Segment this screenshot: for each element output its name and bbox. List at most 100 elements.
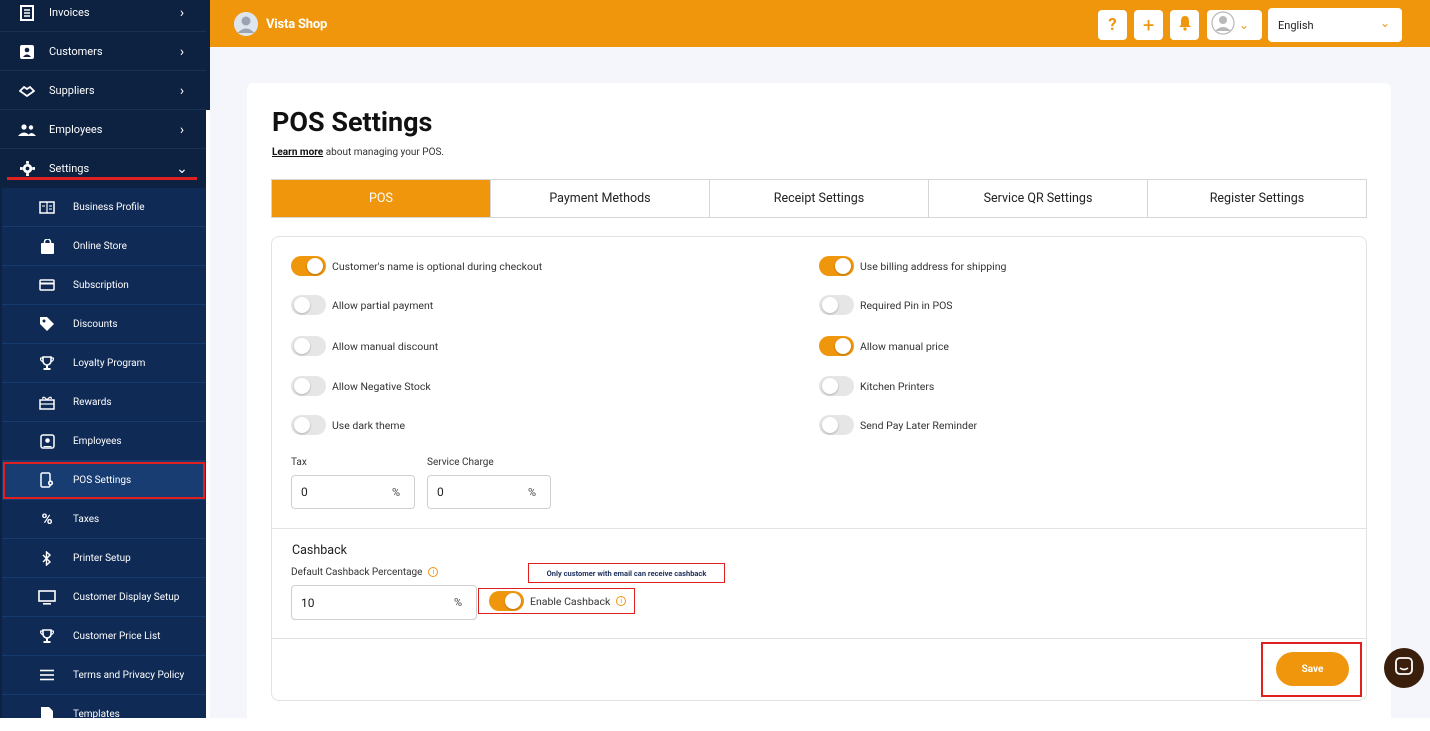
percent-icon: % [41, 510, 53, 528]
sidebar-item-templates[interactable]: Templates [2, 695, 206, 718]
chat-launcher-button[interactable] [1384, 648, 1424, 688]
save-button[interactable]: Save [1276, 652, 1349, 686]
divider [272, 638, 1366, 639]
gear-icon [17, 160, 37, 178]
tag-icon [38, 315, 56, 333]
sidebar-item-label: Discounts [73, 318, 118, 330]
sidebar-item-settings[interactable]: Settings ⌄ [0, 149, 206, 188]
sidebar-item-label: Terms and Privacy Policy [73, 669, 185, 681]
toggle-allow-negative-stock[interactable]: Allow Negative Stock [291, 376, 431, 396]
sidebar-item-employees[interactable]: Employees › [0, 110, 206, 149]
people-icon [17, 121, 37, 139]
invoice-icon [17, 4, 37, 22]
profile-menu-button[interactable]: ⌄ [1207, 10, 1262, 40]
settings-submenu: Business Profile Online Store Subscripti… [2, 188, 206, 718]
service-charge-input[interactable]: 0 % [427, 475, 551, 509]
sidebar-item-subscription[interactable]: Subscription [2, 266, 206, 305]
sidebar-item-customer-price-list[interactable]: Customer Price List [2, 617, 206, 656]
toggle-switch[interactable] [819, 256, 854, 276]
sidebar-item-business-profile[interactable]: Business Profile [2, 188, 206, 227]
bottom-strip [0, 718, 1430, 731]
sidebar-item-terms-privacy[interactable]: Terms and Privacy Policy [2, 656, 206, 695]
toggle-pay-later-reminder[interactable]: Send Pay Later Reminder [819, 415, 977, 435]
tab-receipt-settings[interactable]: Receipt Settings [709, 180, 928, 217]
percent-suffix: % [453, 596, 462, 609]
add-button[interactable]: + [1134, 10, 1163, 40]
default-cashback-input[interactable]: 10 % [291, 585, 477, 620]
service-charge-value: 0 [437, 485, 444, 499]
toggle-label: Required Pin in POS [860, 298, 953, 312]
bell-icon [1178, 15, 1192, 35]
toggle-label: Allow manual discount [332, 339, 439, 353]
info-icon[interactable]: i [428, 567, 439, 578]
toggle-required-pin[interactable]: Required Pin in POS [819, 295, 953, 315]
chevron-right-icon: › [179, 43, 185, 60]
subtitle-text: about managing your POS. [325, 147, 445, 158]
sidebar-item-online-store[interactable]: Online Store [2, 227, 206, 266]
chevron-down-icon: ⌄ [1379, 16, 1390, 30]
monitor-icon [38, 588, 56, 606]
chat-icon [1395, 657, 1413, 679]
toggle-billing-address-shipping[interactable]: Use billing address for shipping [819, 256, 1006, 276]
sidebar-item-printer-setup[interactable]: Printer Setup [2, 539, 206, 578]
toggle-allow-partial-payment[interactable]: Allow partial payment [291, 295, 433, 315]
toggle-label: Allow partial payment [332, 298, 434, 312]
toggle-switch[interactable] [489, 591, 524, 611]
toggle-switch[interactable] [291, 256, 326, 276]
tab-service-qr-settings[interactable]: Service QR Settings [928, 180, 1147, 217]
language-select[interactable]: English ⌄ [1268, 8, 1402, 42]
toggle-switch[interactable] [291, 415, 326, 435]
credit-card-icon [38, 276, 56, 294]
sidebar-item-label: Rewards [73, 396, 112, 408]
notifications-button[interactable] [1170, 10, 1199, 40]
top-header: Vista Shop ? + ⌄ English ⌄ [210, 0, 1430, 47]
learn-more-link[interactable]: Learn more [272, 147, 323, 158]
toggle-label: Send Pay Later Reminder [860, 418, 978, 432]
toggle-switch[interactable] [291, 336, 326, 356]
sidebar-item-pos-settings[interactable]: POS Settings [2, 461, 206, 500]
info-icon[interactable]: i [616, 596, 627, 606]
building-icon [38, 198, 56, 216]
sidebar-item-taxes[interactable]: % Taxes [2, 500, 206, 539]
sidebar-item-loyalty-program[interactable]: Loyalty Program [2, 344, 206, 383]
plus-icon: + [1142, 13, 1155, 37]
default-cashback-label: Default Cashback Percentage i [291, 567, 439, 578]
sidebar-item-suppliers[interactable]: Suppliers › [0, 71, 206, 110]
shopping-bag-icon [38, 237, 56, 255]
list-lines-icon [38, 666, 56, 684]
sidebar-item-label: POS Settings [73, 474, 132, 486]
sidebar-item-customer-display-setup[interactable]: Customer Display Setup [2, 578, 206, 617]
cashback-title: Cashback [292, 543, 347, 558]
sidebar-item-label: Subscription [73, 279, 129, 291]
help-button[interactable]: ? [1098, 10, 1127, 40]
toggle-customer-name-optional[interactable]: Customer's name is optional during check… [291, 256, 542, 276]
toggle-switch[interactable] [819, 336, 854, 356]
sidebar-item-discounts[interactable]: Discounts [2, 305, 206, 344]
sidebar-item-rewards[interactable]: Rewards [2, 383, 206, 422]
settings-annotation-underline [7, 177, 197, 180]
toggle-switch[interactable] [819, 295, 854, 315]
tab-payment-methods[interactable]: Payment Methods [490, 180, 709, 217]
toggle-allow-manual-price[interactable]: Allow manual price [819, 336, 949, 356]
sidebar-item-customers[interactable]: Customers › [0, 32, 206, 71]
sidebar-item-label: Customer Price List [73, 630, 161, 642]
toggle-switch[interactable] [291, 295, 326, 315]
toggle-switch[interactable] [819, 415, 854, 435]
toggle-switch[interactable] [291, 376, 326, 396]
trophy-icon [38, 354, 56, 372]
sidebar-item-label: Loyalty Program [73, 357, 146, 369]
toggle-switch[interactable] [819, 376, 854, 396]
sidebar-item-label: Templates [73, 708, 120, 719]
sidebar-item-settings-employees[interactable]: Employees [2, 422, 206, 461]
brand[interactable]: Vista Shop [234, 12, 327, 36]
toggle-allow-manual-discount[interactable]: Allow manual discount [291, 336, 438, 356]
sidebar-item-invoices[interactable]: Invoices › [0, 0, 206, 32]
toggle-use-dark-theme[interactable]: Use dark theme [291, 415, 405, 435]
tab-register-settings[interactable]: Register Settings [1147, 180, 1366, 217]
tab-pos[interactable]: POS [272, 180, 490, 217]
toggle-kitchen-printers[interactable]: Kitchen Printers [819, 376, 934, 396]
sidebar: Invoices › Customers › Suppliers › Emplo… [0, 0, 210, 718]
toggle-enable-cashback[interactable]: Enable Cashback i [489, 591, 627, 611]
sidebar-item-label: Customers [49, 45, 103, 58]
tax-input[interactable]: 0 % [291, 475, 415, 509]
